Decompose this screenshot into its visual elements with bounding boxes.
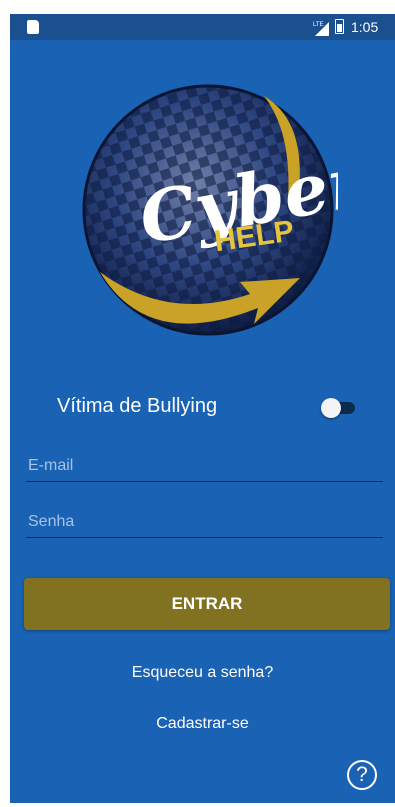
signal-icon: LTE [313, 22, 329, 36]
enter-button[interactable]: ENTRAR [24, 578, 390, 630]
email-field[interactable] [26, 450, 383, 482]
toggle-thumb [321, 398, 341, 418]
login-screen: LTE 1:05 Cyber HELP Vítima de Bullying E… [10, 14, 395, 803]
bullying-toggle-row: Vítima de Bullying [10, 389, 395, 429]
password-field[interactable] [26, 506, 383, 538]
status-time: 1:05 [351, 19, 379, 35]
bullying-toggle-label: Vítima de Bullying [57, 395, 218, 417]
battery-icon [335, 19, 344, 34]
help-icon: ? [356, 763, 368, 786]
svg-text:LTE: LTE [313, 22, 324, 28]
cyber-help-logo: Cyber HELP [82, 84, 338, 336]
help-button[interactable]: ? [347, 760, 377, 790]
sd-card-icon [27, 20, 39, 34]
bullying-toggle-switch[interactable] [321, 398, 355, 418]
status-bar: LTE 1:05 [10, 14, 395, 40]
register-link[interactable]: Cadastrar-se [10, 715, 395, 733]
forgot-password-link[interactable]: Esqueceu a senha? [10, 664, 395, 682]
